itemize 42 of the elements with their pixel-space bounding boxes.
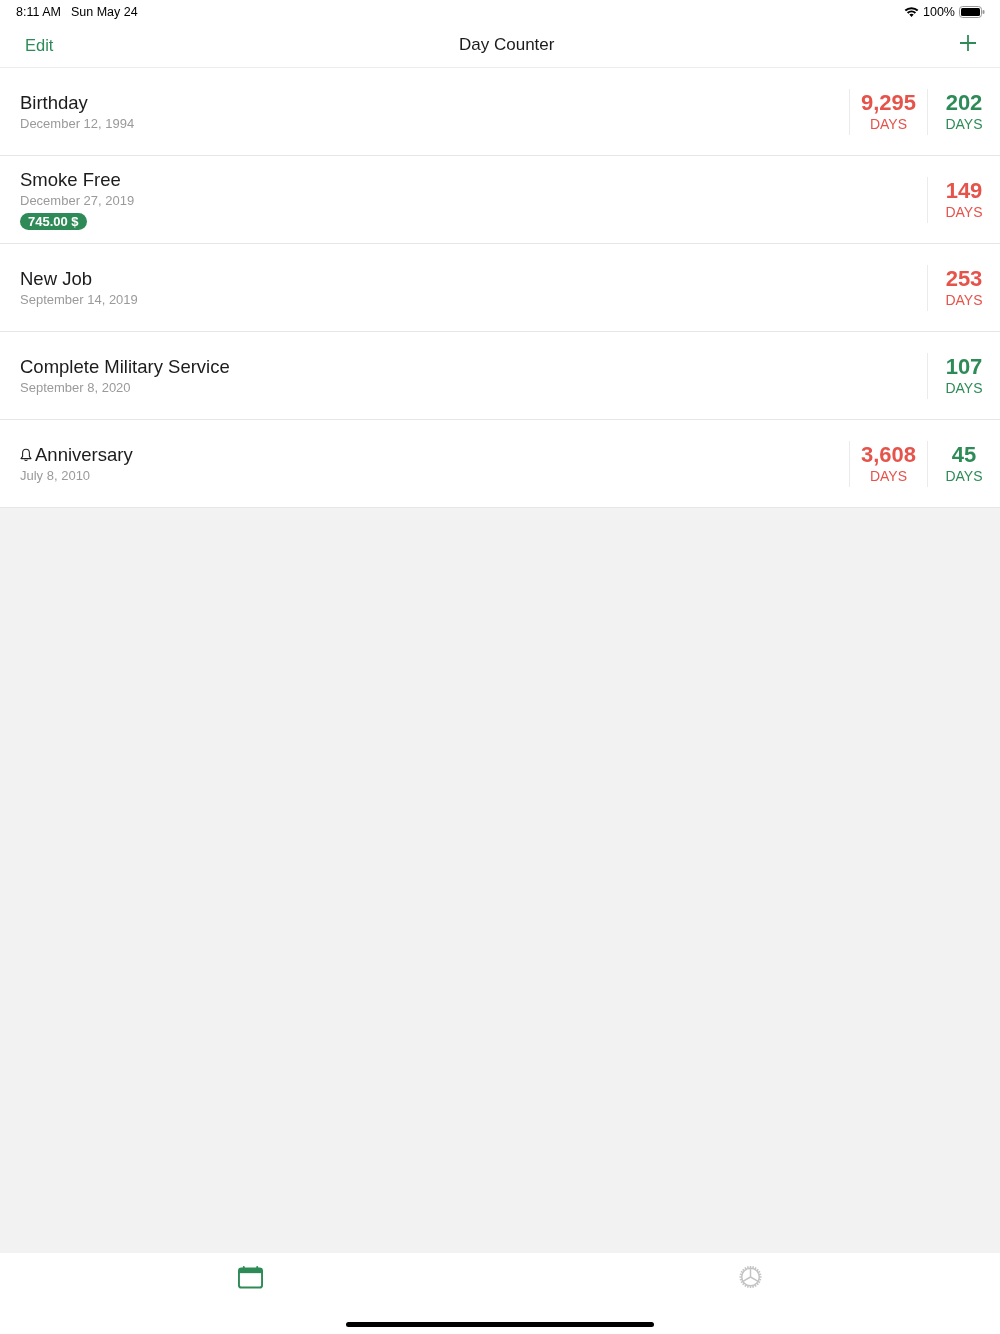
day-count: 3,608 <box>860 441 917 467</box>
day-count: 9,295 <box>860 89 917 115</box>
status-date: Sun May 24 <box>70 4 138 19</box>
settings-icon <box>737 1265 763 1289</box>
day-unit: DAYS <box>869 114 908 133</box>
day-unit: DAYS <box>945 466 983 485</box>
event-date: December 12, 1994 <box>20 115 135 132</box>
event-row[interactable]: Anniversary July 8, 2010 3,608 DAYS 45 DAYS <box>0 420 1000 508</box>
event-date: September 14, 2019 <box>20 291 138 308</box>
wifi-icon <box>904 6 919 17</box>
day-count: 253 <box>945 265 983 291</box>
day-unit: DAYS <box>869 466 908 485</box>
day-count: 107 <box>945 353 983 379</box>
battery-icon <box>959 5 985 18</box>
nav-title: Day Counter <box>459 35 555 55</box>
day-unit: DAYS <box>945 290 983 309</box>
event-row[interactable]: New Job September 14, 2019 253 DAYS <box>0 244 1000 332</box>
event-title: Anniversary <box>35 443 133 466</box>
event-title: Smoke Free <box>20 169 121 191</box>
event-date: September 8, 2020 <box>20 379 131 396</box>
event-row[interactable]: Complete Military Service September 8, 2020 107 DAYS <box>0 332 1000 420</box>
day-unit: DAYS <box>945 114 983 133</box>
event-row[interactable]: Birthday December 12, 1994 9,295 DAYS 202 DAYS <box>0 68 1000 156</box>
event-date: July 8, 2010 <box>20 467 91 484</box>
amount-badge: 745.00 $ <box>20 213 87 230</box>
event-title: New Job <box>20 267 92 290</box>
day-unit: DAYS <box>945 202 983 221</box>
status-time: 8:11 AM <box>16 4 61 19</box>
calendar-tab[interactable] <box>237 1265 263 1289</box>
day-count: 202 <box>945 89 983 115</box>
event-title: Complete Military Service <box>20 355 230 378</box>
add-button[interactable] <box>960 35 976 51</box>
event-row[interactable]: Smoke Free December 27, 2019 745.00 $ 149 DAYS <box>0 156 1000 244</box>
edit-button[interactable]: Edit <box>25 35 54 55</box>
event-title: Birthday <box>20 91 88 114</box>
calendar-icon <box>237 1265 263 1289</box>
plus-icon <box>960 35 976 51</box>
day-count: 149 <box>945 177 983 203</box>
battery-percent: 100% <box>923 4 955 19</box>
event-date: December 27, 2019 <box>20 193 135 209</box>
day-unit: DAYS <box>945 378 983 397</box>
day-count: 45 <box>951 441 977 467</box>
